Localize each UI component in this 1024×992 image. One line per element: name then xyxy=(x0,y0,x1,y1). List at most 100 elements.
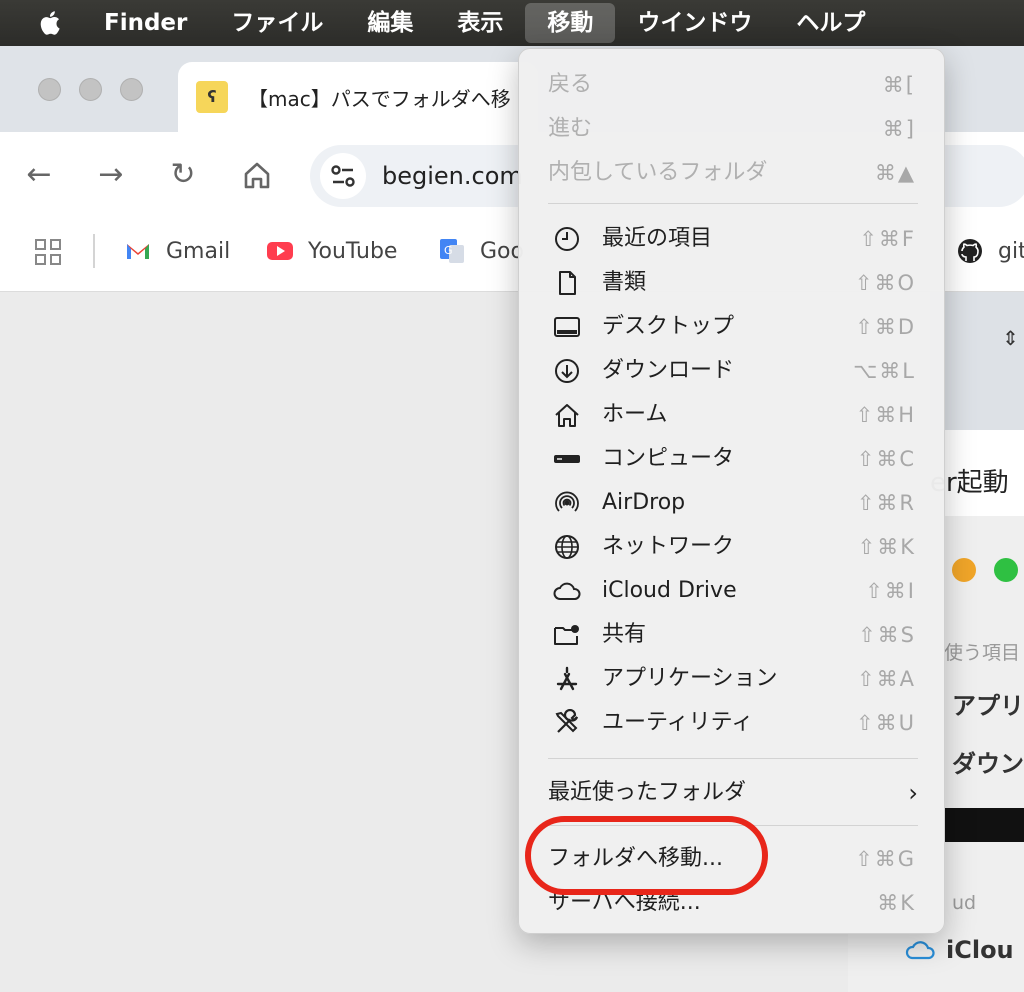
menu-separator xyxy=(548,758,918,759)
menu-item-label: 共有 xyxy=(602,622,647,647)
menubar-help[interactable]: ヘルプ xyxy=(774,0,887,46)
menu-shortcut: ⇧⌘G xyxy=(855,847,916,871)
menu-item-label: ネットワーク xyxy=(602,534,735,559)
menu-item-label: ユーティリティ xyxy=(602,710,754,735)
menu-shortcut: ⇧⌘S xyxy=(858,623,916,647)
menu-item-downloads[interactable]: ダウンロード ⌥⌘L xyxy=(519,349,946,393)
bookmark-label: YouTube xyxy=(308,238,398,264)
home-icon xyxy=(555,404,579,427)
tab-title: 【mac】パスでフォルダへ移 xyxy=(248,86,511,111)
menu-shortcut: ⇧⌘C xyxy=(856,447,916,471)
sidebar-item-applications[interactable]: アプリ xyxy=(952,686,1024,721)
github-icon xyxy=(958,239,982,263)
menubar-finder[interactable]: Finder xyxy=(102,0,209,46)
menu-shortcut: ⇧⌘R xyxy=(856,491,916,515)
bookmark-gmail[interactable]: Gmail xyxy=(124,218,230,284)
menubar-file[interactable]: ファイル xyxy=(209,0,345,46)
site-favicon-icon: ʕ xyxy=(196,81,228,113)
menu-item-label: 進む xyxy=(548,116,593,141)
url-text: begien.com xyxy=(382,162,523,190)
cloud-icon xyxy=(553,582,581,600)
menu-shortcut: ⇧⌘K xyxy=(857,535,916,559)
sidebar-item-icloud[interactable]: iClou xyxy=(904,936,1014,964)
youtube-icon xyxy=(267,242,293,260)
menu-separator xyxy=(548,203,918,204)
menu-shortcut: ⇧⌘U xyxy=(856,711,916,735)
forward-arrow-icon[interactable]: → xyxy=(92,156,130,194)
finder-black-bar xyxy=(944,808,1024,842)
menu-item-label: 書類 xyxy=(602,270,647,295)
sort-arrows-icon[interactable]: ⇕ xyxy=(1002,326,1019,350)
browser-tab[interactable]: ʕ 【mac】パスでフォルダへ移 xyxy=(178,62,538,132)
menu-item-applications[interactable]: アプリケーション ⇧⌘A xyxy=(519,657,946,701)
airdrop-icon xyxy=(555,491,579,512)
sidebar-section-favorites: 使う項目 xyxy=(944,642,1021,664)
sidebar-item-downloads[interactable]: ダウン xyxy=(952,744,1024,779)
menu-item-label: アプリケーション xyxy=(602,666,778,691)
sidebar-item-label: iClou xyxy=(946,936,1014,964)
document-icon xyxy=(559,271,576,295)
menu-item-airdrop[interactable]: AirDrop ⇧⌘R xyxy=(519,481,946,525)
menu-item-recent-folders[interactable]: 最近使ったフォルダ › xyxy=(519,771,946,815)
menu-item-label: ダウンロード xyxy=(602,358,735,383)
clock-icon xyxy=(555,227,579,251)
menu-shortcut: ⇧⌘F xyxy=(859,227,916,251)
sidebar-section-icloud: ud xyxy=(952,892,977,914)
menu-shortcut: ⌘[ xyxy=(882,73,916,97)
bookmark-youtube[interactable]: YouTube xyxy=(266,218,397,284)
menu-item-icloud-drive[interactable]: iCloud Drive ⇧⌘I xyxy=(519,569,946,613)
menu-shortcut: ⇧⌘I xyxy=(865,579,916,603)
menu-item-computer[interactable]: コンピュータ ⇧⌘C xyxy=(519,437,946,481)
applications-icon xyxy=(556,666,578,691)
menubar-edit[interactable]: 編集 xyxy=(345,0,435,46)
menu-item-shared[interactable]: 共有 ⇧⌘S xyxy=(519,613,946,657)
reload-icon[interactable]: ↻ xyxy=(164,156,202,194)
close-window-button[interactable] xyxy=(38,78,61,101)
menu-item-label: AirDrop xyxy=(602,490,686,515)
bookmark-separator xyxy=(93,234,95,268)
gmail-icon xyxy=(127,244,149,259)
minimize-window-button[interactable] xyxy=(79,78,102,101)
menu-item-back[interactable]: 戻る ⌘[ xyxy=(519,63,946,107)
menubar-go[interactable]: 移動 xyxy=(525,3,616,43)
menu-shortcut: ⌘K xyxy=(877,891,916,915)
menu-item-label: ホーム xyxy=(602,402,668,427)
menu-item-home[interactable]: ホーム ⇧⌘H xyxy=(519,393,946,437)
menu-item-recents[interactable]: 最近の項目 ⇧⌘F xyxy=(519,217,946,261)
menu-item-label: 戻る xyxy=(548,72,593,97)
minimize-window-button[interactable] xyxy=(952,558,976,582)
utilities-icon xyxy=(555,709,579,733)
menu-item-forward[interactable]: 進む ⌘] xyxy=(519,107,946,151)
highlight-annotation xyxy=(525,816,768,895)
apple-logo-icon[interactable] xyxy=(36,8,66,38)
zoom-window-button[interactable] xyxy=(120,78,143,101)
menubar-window[interactable]: ウインドウ xyxy=(615,0,774,46)
chevron-right-icon: › xyxy=(908,779,918,807)
menu-item-label: iCloud Drive xyxy=(602,578,737,603)
computer-icon xyxy=(554,455,580,463)
menu-shortcut: ⇧⌘O xyxy=(854,271,916,295)
menu-item-enclosing-folder[interactable]: 内包しているフォルダ ⌘▲ xyxy=(519,151,946,195)
go-menu: 戻る ⌘[ 進む ⌘] 内包しているフォルダ ⌘▲ 最近の項目 ⇧⌘F 書類 ⇧… xyxy=(518,48,945,934)
menu-item-label: 最近の項目 xyxy=(602,226,713,251)
menu-item-network[interactable]: ネットワーク ⇧⌘K xyxy=(519,525,946,569)
menu-item-utilities[interactable]: ユーティリティ ⇧⌘U xyxy=(519,701,946,745)
menu-shortcut: ⇧⌘D xyxy=(855,315,916,339)
menu-item-documents[interactable]: 書類 ⇧⌘O xyxy=(519,261,946,305)
menubar-view[interactable]: 表示 xyxy=(435,0,525,46)
zoom-window-button[interactable] xyxy=(994,558,1018,582)
home-button-icon[interactable] xyxy=(238,156,276,194)
bookmark-google-translate[interactable]: G Goo xyxy=(438,218,524,284)
apps-grid-icon[interactable] xyxy=(34,238,62,266)
back-arrow-icon[interactable]: ← xyxy=(20,156,58,194)
menu-shortcut: ⇧⌘A xyxy=(857,667,916,691)
download-icon xyxy=(555,359,579,383)
site-settings-icon[interactable] xyxy=(320,153,366,199)
menu-shortcut: ⇧⌘H xyxy=(855,403,916,427)
menu-shortcut: ⌘] xyxy=(882,117,916,141)
bookmark-github[interactable]: git xyxy=(956,218,1024,284)
window-controls xyxy=(38,78,143,101)
menu-item-desktop[interactable]: デスクトップ ⇧⌘D xyxy=(519,305,946,349)
cloud-icon xyxy=(905,941,935,960)
svg-text:G: G xyxy=(444,244,453,257)
